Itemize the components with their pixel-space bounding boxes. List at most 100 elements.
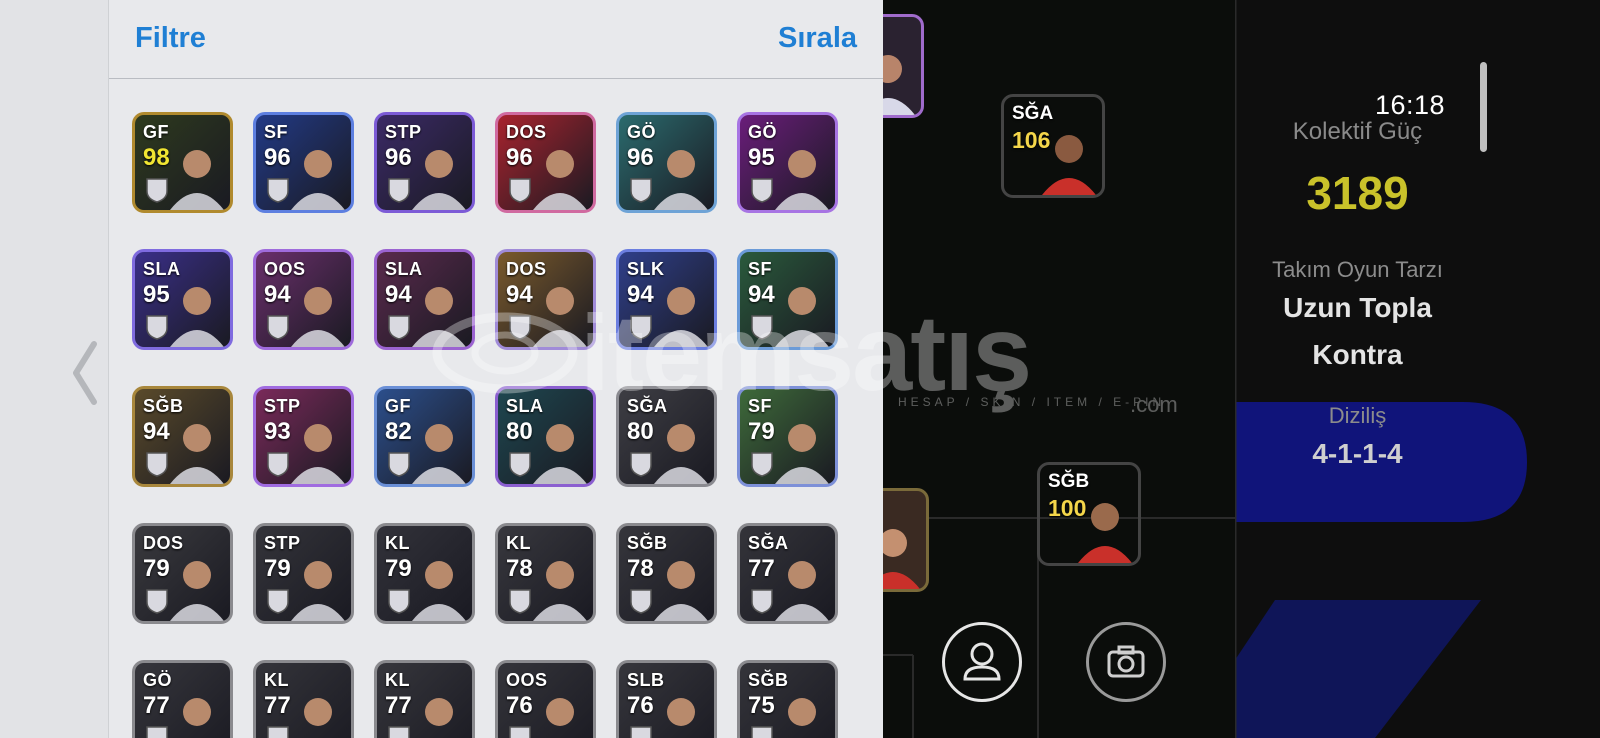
player-card[interactable]: OOS 76 xyxy=(495,660,596,738)
player-rating: 80 xyxy=(627,418,654,445)
player-card[interactable]: SLB 76 xyxy=(616,660,717,738)
team-playstyle-line1: Uzun Topla xyxy=(1283,292,1432,323)
club-badge-icon xyxy=(751,178,773,203)
player-card[interactable]: SĞA 77 xyxy=(737,523,838,624)
panel-header: Filtre Sırala xyxy=(109,0,883,79)
formation-label: Diziliş xyxy=(1328,403,1387,428)
player-position: SF xyxy=(748,396,773,416)
pitch-player-card[interactable]: SĞA 106 xyxy=(1001,94,1105,198)
player-card[interactable]: GF 98 xyxy=(132,112,233,213)
pitch-player-card-partial[interactable] xyxy=(883,488,929,592)
club-badge-icon xyxy=(388,315,410,340)
camera-icon xyxy=(1107,645,1145,678)
club-badge-icon xyxy=(267,589,289,614)
player-rating: 95 xyxy=(143,281,170,308)
player-position: KL xyxy=(385,670,410,690)
back-chevron-icon[interactable] xyxy=(66,338,106,408)
club-badge-icon xyxy=(146,315,168,340)
player-card[interactable]: GÖ 95 xyxy=(737,112,838,213)
club-badge-icon xyxy=(267,726,289,738)
player-rating: 94 xyxy=(264,281,291,308)
player-card[interactable]: SF 79 xyxy=(737,386,838,487)
player-portrait-icon xyxy=(1078,503,1132,563)
player-card[interactable]: KL 77 xyxy=(253,660,354,738)
pitch-player-card[interactable]: SĞB 100 xyxy=(1037,462,1141,566)
player-card[interactable]: DOS 94 xyxy=(495,249,596,350)
player-position: SĞA xyxy=(748,533,789,553)
player-position: SLA xyxy=(385,259,423,279)
player-portrait-icon xyxy=(654,287,708,347)
club-badge-icon xyxy=(509,452,531,477)
club-badge-icon xyxy=(751,589,773,614)
player-position: KL xyxy=(264,670,289,690)
player-card[interactable]: OOS 94 xyxy=(253,249,354,350)
player-portrait-icon xyxy=(291,287,345,347)
player-portrait-icon xyxy=(412,561,466,621)
player-rating: 95 xyxy=(748,144,775,171)
player-rating: 94 xyxy=(748,281,775,308)
player-rating: 78 xyxy=(627,555,654,582)
filter-button[interactable]: Filtre xyxy=(135,22,206,55)
player-card[interactable]: SĞB 94 xyxy=(132,386,233,487)
player-rating: 96 xyxy=(385,144,412,171)
player-position: DOS xyxy=(143,533,184,553)
player-rating: 96 xyxy=(627,144,654,171)
player-card[interactable]: KL 77 xyxy=(374,660,475,738)
player-position: STP xyxy=(264,533,301,553)
player-position: SĞB xyxy=(143,396,184,416)
player-portrait-icon xyxy=(775,424,829,484)
player-rating: 98 xyxy=(143,144,170,171)
player-portrait-icon xyxy=(170,561,224,621)
player-position: GF xyxy=(143,122,169,142)
player-rating: 76 xyxy=(506,692,533,719)
player-position: SF xyxy=(264,122,289,142)
player-portrait-icon xyxy=(533,424,587,484)
player-position: SĞA xyxy=(1012,103,1054,124)
player-card[interactable]: SLK 94 xyxy=(616,249,717,350)
team-playstyle-label: Takım Oyun Tarzı xyxy=(1272,257,1443,282)
player-card[interactable]: KL 79 xyxy=(374,523,475,624)
player-card[interactable]: SĞA 80 xyxy=(616,386,717,487)
player-portrait-icon xyxy=(291,150,345,210)
player-portrait-icon xyxy=(183,698,211,726)
club-badge-icon xyxy=(751,315,773,340)
club-badge-icon xyxy=(751,452,773,477)
player-position: SĞB xyxy=(627,533,668,553)
player-card[interactable]: SLA 80 xyxy=(495,386,596,487)
player-position: SF xyxy=(748,259,773,279)
camera-button[interactable] xyxy=(1086,622,1166,702)
collective-power-label: Kolektif Güç xyxy=(1292,118,1423,145)
sort-button[interactable]: Sırala xyxy=(778,22,857,55)
player-position: SĞB xyxy=(748,670,789,690)
player-card[interactable]: STP 79 xyxy=(253,523,354,624)
player-card[interactable]: GÖ 96 xyxy=(616,112,717,213)
club-badge-icon xyxy=(630,589,652,614)
player-portrait-icon xyxy=(775,287,829,347)
player-card[interactable]: SĞB 75 xyxy=(737,660,838,738)
player-card[interactable]: DOS 96 xyxy=(495,112,596,213)
club-badge-icon xyxy=(509,589,531,614)
player-card[interactable]: STP 96 xyxy=(374,112,475,213)
player-rating: 75 xyxy=(748,692,775,719)
player-card[interactable]: SF 94 xyxy=(737,249,838,350)
player-portrait-icon xyxy=(170,150,224,210)
player-position: SĞA xyxy=(627,396,668,416)
player-portrait-icon xyxy=(775,561,829,621)
player-card[interactable]: KL 78 xyxy=(495,523,596,624)
player-position: SLA xyxy=(143,259,181,279)
player-card[interactable]: GÖ 77 xyxy=(132,660,233,738)
player-card[interactable]: STP 93 xyxy=(253,386,354,487)
club-badge-icon xyxy=(751,726,773,738)
formation-value: 4-1-1-4 xyxy=(1312,438,1403,469)
club-badge-icon xyxy=(630,315,652,340)
player-selection-panel: GF 98 SF 96 STP 96 DOS 96 GÖ 96 GÖ 95 SLA 95 OOS 94 SLA 9… xyxy=(109,0,883,738)
pitch-player-card-partial[interactable] xyxy=(883,14,924,118)
player-card[interactable]: SĞB 78 xyxy=(616,523,717,624)
player-position: KL xyxy=(506,533,531,553)
player-card[interactable]: SF 96 xyxy=(253,112,354,213)
player-card[interactable]: SLA 95 xyxy=(132,249,233,350)
player-card[interactable]: GF 82 xyxy=(374,386,475,487)
player-profile-button[interactable] xyxy=(942,622,1022,702)
player-card[interactable]: SLA 94 xyxy=(374,249,475,350)
player-card[interactable]: DOS 79 xyxy=(132,523,233,624)
